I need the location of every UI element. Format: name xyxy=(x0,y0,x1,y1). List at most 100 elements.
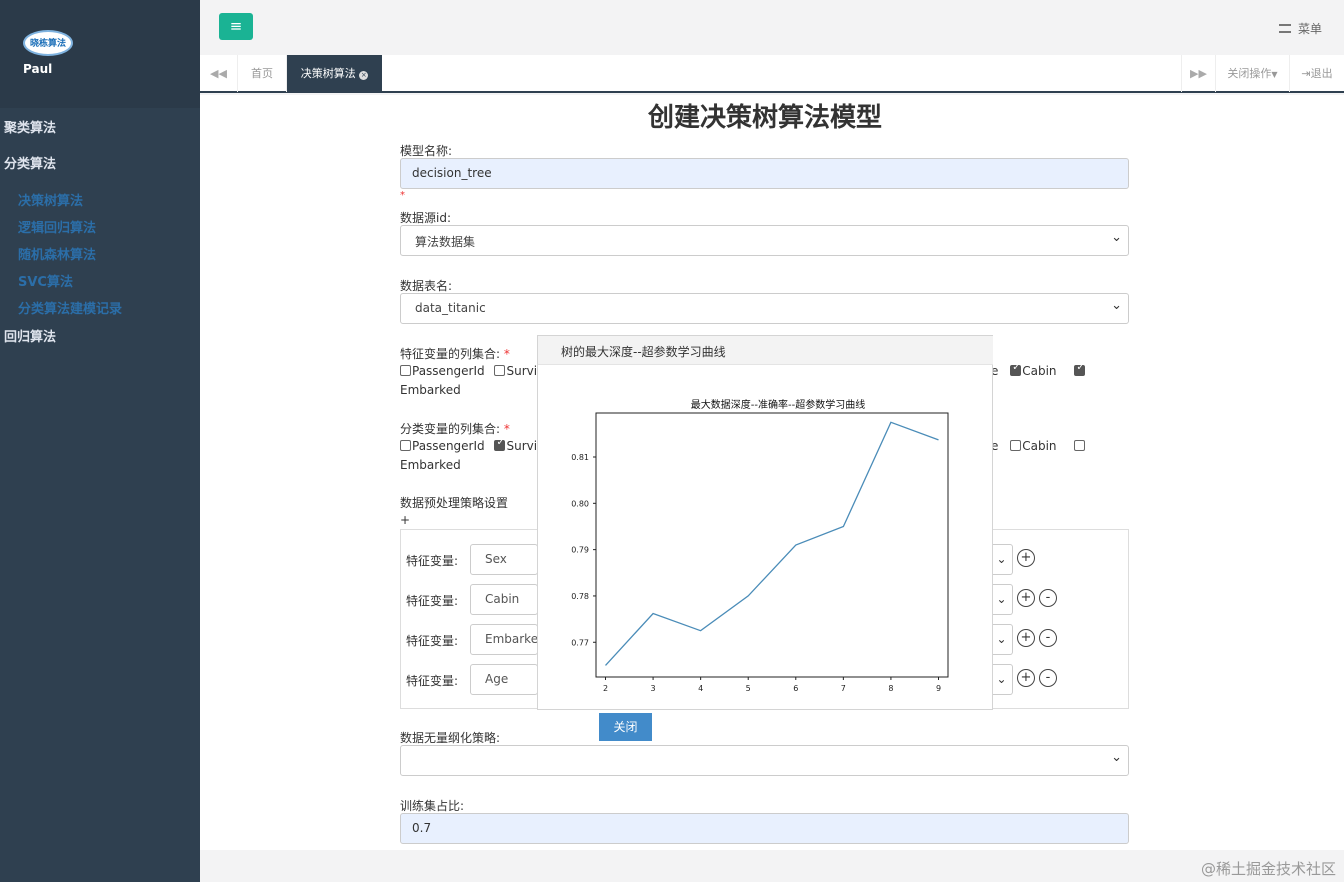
watermark: @稀土掘金技术社区 xyxy=(1200,860,1336,878)
close-button[interactable]: 关闭 xyxy=(599,713,652,741)
remove-row-icon[interactable]: - xyxy=(1039,629,1057,647)
checkbox-cabin[interactable] xyxy=(1010,362,1022,376)
sidebar-item-classification[interactable]: 分类算法 xyxy=(4,153,56,172)
tab-bar: ◀◀ 首页 决策树算法 × ▶▶ 关闭操作▼ ⇥退出 xyxy=(200,55,1344,93)
x-tick-label: 4 xyxy=(698,684,703,693)
train-ratio-input[interactable]: 0.7 xyxy=(400,813,1129,844)
x-tick-label: 3 xyxy=(651,684,656,693)
sidebar-item-svc[interactable]: SVC算法 xyxy=(18,271,73,290)
tab-home[interactable]: 首页 xyxy=(237,55,287,92)
checkbox-label-embarked: Embarked xyxy=(400,458,461,472)
x-tick-label: 9 xyxy=(936,684,941,693)
sidebar-item-model-records[interactable]: 分类算法建模记录 xyxy=(18,298,122,317)
y-tick-label: 0.81 xyxy=(571,453,589,462)
sidebar-item-logistic-regression[interactable]: 逻辑回归算法 xyxy=(18,217,96,236)
checkbox-label: PassengerId xyxy=(412,364,485,378)
feature-cols-label-text: 特征变量的列集合: xyxy=(400,347,501,361)
sidebar-item-clustering[interactable]: 聚类算法 xyxy=(4,117,56,136)
checkbox-label: Survi xyxy=(506,439,538,453)
y-tick-label: 0.80 xyxy=(571,499,589,508)
model-name-input[interactable]: decision_tree xyxy=(400,158,1129,189)
y-tick-label: 0.78 xyxy=(571,592,589,601)
tab-close-icon[interactable]: × xyxy=(359,71,369,80)
top-menu-button[interactable]: 菜单 xyxy=(1278,20,1322,37)
checkbox-survived[interactable] xyxy=(494,365,506,376)
x-tick-label: 5 xyxy=(746,684,751,693)
sidebar-item-decision-tree[interactable]: 决策树算法 xyxy=(18,190,83,209)
add-row-icon[interactable]: + xyxy=(1017,629,1035,647)
scaling-label: 数据无量纲化策略: xyxy=(400,731,501,745)
strategy-row-label: 特征变量: xyxy=(406,554,459,568)
class-cols-checkboxes-right: e Cabin xyxy=(991,439,1086,453)
feature-cols-label: 特征变量的列集合: * xyxy=(400,345,510,362)
required-mark: * xyxy=(503,422,510,436)
preprocess-label: 数据预处理策略设置 xyxy=(400,496,509,510)
x-tick-label: 2 xyxy=(603,684,608,693)
table-name-select[interactable]: data_titanic ⌄ xyxy=(400,293,1129,324)
add-strategy-button[interactable]: + xyxy=(400,513,410,527)
dialog-title[interactable]: 树的最大深度--超参数学习曲线 xyxy=(538,336,993,365)
table-name-value: data_titanic xyxy=(415,301,486,315)
checkbox-passengerid[interactable] xyxy=(400,440,411,451)
close-ops-dropdown[interactable]: 关闭操作▼ xyxy=(1215,55,1289,92)
chevron-down-icon[interactable]: ⌄ xyxy=(991,584,1013,615)
username[interactable]: Paul xyxy=(23,62,52,76)
strategy-feature-select[interactable]: Sex xyxy=(470,544,538,575)
hamburger-icon[interactable]: ≡ xyxy=(219,13,253,40)
required-mark: * xyxy=(400,190,405,201)
tab-decision-tree[interactable]: 决策树算法 × xyxy=(287,55,382,92)
checkbox-survived[interactable] xyxy=(494,437,506,451)
remove-row-icon[interactable]: - xyxy=(1039,589,1057,607)
strategy-feature-select[interactable]: Age xyxy=(470,664,538,695)
chevron-down-icon[interactable]: ⌄ xyxy=(991,664,1013,695)
logout-button[interactable]: ⇥退出 xyxy=(1289,55,1344,92)
chevron-down-icon: ⌄ xyxy=(1111,750,1122,765)
strategy-row-label: 特征变量: xyxy=(406,674,459,688)
train-ratio-label: 训练集占比: xyxy=(400,799,465,813)
datasource-label: 数据源id: xyxy=(400,211,451,225)
tab-decision-tree-label: 决策树算法 xyxy=(300,67,356,80)
remove-row-icon[interactable]: - xyxy=(1039,669,1057,687)
checkbox-label: Survi xyxy=(506,364,538,378)
y-tick-label: 0.79 xyxy=(571,546,589,555)
top-menu-label: 菜单 xyxy=(1297,22,1322,36)
profile-area: 晓栋算法 Paul xyxy=(0,0,200,108)
chart-title: 最大数据深度--准确率--超参数学习曲线 xyxy=(691,398,865,411)
strategy-feature-select[interactable]: Embarked xyxy=(470,624,538,655)
scaling-select[interactable]: ⌄ xyxy=(400,745,1129,776)
chevron-down-icon: ⌄ xyxy=(1111,230,1122,245)
tabs-scroll-left-icon[interactable]: ◀◀ xyxy=(200,55,237,92)
feature-cols-checkboxes-right: e Cabin xyxy=(991,362,1086,378)
add-row-icon[interactable]: + xyxy=(1017,669,1035,687)
sidebar-item-random-forest[interactable]: 随机森林算法 xyxy=(18,244,96,263)
tabs-scroll-right-icon[interactable]: ▶▶ xyxy=(1181,55,1215,92)
topbar: ≡ 菜单 xyxy=(200,0,1344,55)
class-cols-label: 分类变量的列集合: * xyxy=(400,420,510,437)
feature-cols-checkboxes: PassengerId Survi xyxy=(400,364,537,378)
learning-curve-chart: 最大数据深度--准确率--超参数学习曲线 2 3 4 5 6 7 8 9 0.77 0.78 0.7… xyxy=(571,398,949,693)
checkbox-embarked[interactable] xyxy=(1074,440,1086,451)
close-ops-label: 关闭操作 xyxy=(1227,67,1272,80)
add-row-icon[interactable]: + xyxy=(1017,589,1035,607)
sidebar: 晓栋算法 Paul 聚类算法 分类算法 决策树算法 逻辑回归算法 随机森林算法 … xyxy=(0,0,200,882)
x-tick-label: 8 xyxy=(888,684,893,693)
datasource-select[interactable]: 算法数据集 ⌄ xyxy=(400,225,1129,256)
chevron-down-icon[interactable]: ⌄ xyxy=(991,624,1013,655)
checkbox-passengerid[interactable] xyxy=(400,365,411,376)
class-cols-label-text: 分类变量的列集合: xyxy=(400,422,501,436)
datasource-value: 算法数据集 xyxy=(415,235,476,249)
logout-label: 退出 xyxy=(1310,67,1333,80)
checkbox-label-embarked: Embarked xyxy=(400,383,461,397)
checkbox-cabin[interactable] xyxy=(1010,440,1022,451)
strategy-feature-select[interactable]: Cabin xyxy=(470,584,538,615)
checkbox-embarked[interactable] xyxy=(1074,362,1086,376)
page-title: 创建决策树算法模型 xyxy=(647,103,882,133)
table-name-label: 数据表名: xyxy=(400,279,453,293)
logout-icon: ⇥ xyxy=(1301,67,1311,80)
add-row-icon[interactable]: + xyxy=(1017,549,1035,567)
sidebar-item-regression[interactable]: 回归算法 xyxy=(4,326,56,345)
checkbox-label: Cabin xyxy=(1022,364,1057,378)
x-tick-label: 7 xyxy=(841,684,846,693)
strategy-row-label: 特征变量: xyxy=(406,634,459,648)
chevron-down-icon[interactable]: ⌄ xyxy=(991,544,1013,575)
